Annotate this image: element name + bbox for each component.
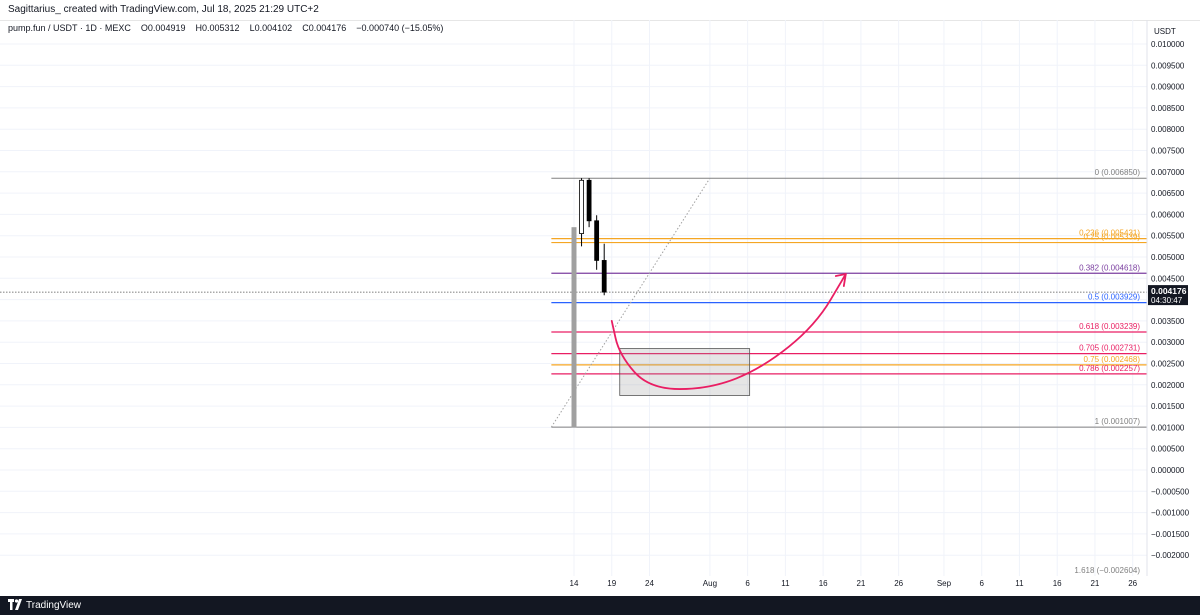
price-tick-label: 0.008000 — [1151, 125, 1185, 134]
time-tick-label: 24 — [645, 579, 654, 588]
time-tick-label: 19 — [607, 579, 616, 588]
price-tick-label: 0.002500 — [1151, 360, 1185, 369]
header-bar: Sagittarius_ created with TradingView.co… — [0, 0, 1200, 21]
time-tick-label: Aug — [703, 579, 717, 588]
price-tick-label: 0.006500 — [1151, 189, 1185, 198]
price-tick-label: 0.008500 — [1151, 104, 1185, 113]
price-tick-label: −0.002000 — [1151, 551, 1190, 560]
candle-body — [586, 179, 592, 222]
time-tick-label: 16 — [819, 579, 828, 588]
price-axis-unit: USDT — [1154, 27, 1176, 36]
header-title: Sagittarius_ created with TradingView.co… — [8, 4, 319, 15]
price-tick-label: 0.009500 — [1151, 61, 1185, 70]
candle-countdown: 04:30:47 — [1151, 296, 1183, 305]
time-tick-label: Sep — [937, 579, 952, 588]
fib-level-label: 0.25 (0.005339) — [1084, 233, 1141, 242]
fib-level-label: 0.786 (0.002257) — [1079, 364, 1140, 373]
price-tick-label: 0.002000 — [1151, 381, 1185, 390]
price-tick-label: 0.000500 — [1151, 445, 1185, 454]
fib-level-label: 0.618 (0.003239) — [1079, 322, 1140, 331]
price-tick-label: 0.010000 — [1151, 40, 1185, 49]
price-tick-label: 0.003500 — [1151, 317, 1185, 326]
fib-level-label: 0.705 (0.002731) — [1079, 344, 1140, 353]
price-tick-label: 0.009000 — [1151, 83, 1185, 92]
time-tick-label: 14 — [570, 579, 579, 588]
current-price-badge: 0.00417604:30:47 — [1148, 285, 1188, 306]
price-tick-label: −0.001500 — [1151, 530, 1190, 539]
time-tick-label: 21 — [1090, 579, 1099, 588]
price-tick-label: 0.005000 — [1151, 253, 1185, 262]
footer-brand: TradingView — [26, 600, 82, 611]
fib-level-label: 1 (0.001007) — [1095, 417, 1141, 426]
time-tick-label: 26 — [1128, 579, 1137, 588]
price-chart[interactable]: 0 (0.006850)0.236 (0.005431)0.25 (0.0053… — [0, 20, 1200, 596]
time-tick-label: 26 — [894, 579, 903, 588]
candle-body — [594, 220, 600, 261]
price-tick-label: −0.000500 — [1151, 487, 1190, 496]
price-tick-label: 0.001500 — [1151, 402, 1185, 411]
fib-level-label: 0.75 (0.002468) — [1084, 355, 1141, 364]
fib-level-label: 1.618 (−0.002604) — [1074, 566, 1140, 575]
price-tick-label: 0.007500 — [1151, 147, 1185, 156]
time-tick-label: 6 — [745, 579, 750, 588]
price-tick-label: 0.005500 — [1151, 232, 1185, 241]
footer-bar: TradingView — [0, 596, 1200, 615]
candle-body — [579, 179, 584, 234]
price-tick-label: 0.006000 — [1151, 210, 1185, 219]
time-tick-label: 11 — [1015, 579, 1024, 588]
time-tick-label: 21 — [856, 579, 865, 588]
fib-level-label: 0.5 (0.003929) — [1088, 293, 1140, 302]
price-tick-label: 0.001000 — [1151, 423, 1185, 432]
candle-body — [571, 227, 577, 428]
candle-body — [601, 260, 607, 293]
fib-level-label: 0 (0.006850) — [1095, 168, 1141, 177]
tradingview-logo-icon — [8, 599, 22, 610]
time-tick-label: 16 — [1053, 579, 1062, 588]
price-tick-label: 0.007000 — [1151, 168, 1185, 177]
time-tick-label: 6 — [979, 579, 984, 588]
fib-level-label: 0.382 (0.004618) — [1079, 263, 1140, 272]
price-tick-label: 0.000000 — [1151, 466, 1185, 475]
price-tick-label: 0.004500 — [1151, 274, 1185, 283]
time-axis[interactable]: 14 19 24 Aug 6 11 16 21 26 Sep 6 11 16 21 26 — [570, 579, 1138, 588]
price-tick-label: −0.001000 — [1151, 509, 1190, 518]
time-tick-label: 11 — [781, 579, 790, 588]
price-tick-label: 0.003000 — [1151, 338, 1185, 347]
current-price-value: 0.004176 — [1151, 286, 1187, 296]
